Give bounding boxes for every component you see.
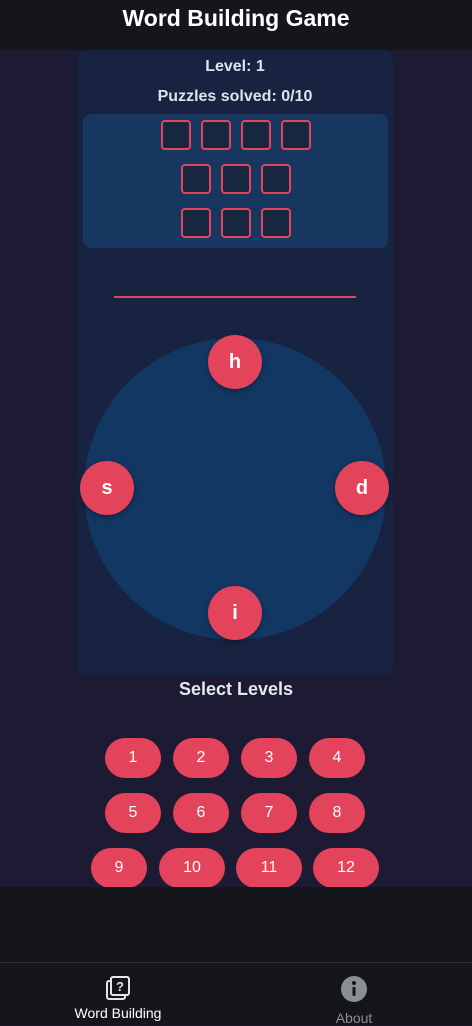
letter-cell [200, 120, 231, 150]
letter-button-s[interactable]: s [80, 461, 134, 515]
letter-button-i[interactable]: i [208, 586, 262, 640]
level-button-9[interactable]: 9 [91, 848, 147, 888]
tab-label-word-building: Word Building [74, 1005, 162, 1021]
letter-button-d[interactable]: d [335, 461, 389, 515]
level-button-11[interactable]: 11 [236, 848, 302, 888]
info-icon [340, 975, 368, 1008]
game-card: Level: 1 Puzzles solved: 0/10 h d i s [77, 50, 393, 675]
letter-cell [160, 120, 191, 150]
bottom-tab-bar: ? Word Building About [0, 962, 472, 1026]
letter-cell [260, 164, 291, 194]
level-button-8[interactable]: 8 [309, 793, 365, 833]
letter-cell [280, 120, 311, 150]
tab-about[interactable]: About [236, 963, 472, 1026]
content-footer-area [0, 887, 472, 962]
level-button-7[interactable]: 7 [241, 793, 297, 833]
level-button-3[interactable]: 3 [241, 738, 297, 778]
level-button-12[interactable]: 12 [313, 848, 379, 888]
word-board [83, 114, 388, 248]
level-button-2[interactable]: 2 [173, 738, 229, 778]
letter-cell [240, 120, 271, 150]
select-levels-title: Select Levels [178, 679, 294, 699]
letter-cell [180, 208, 211, 238]
puzzles-solved-counter: Puzzles solved: 0/10 [157, 88, 313, 105]
word-row-1 [83, 120, 388, 150]
letter-cell [220, 208, 251, 238]
level-button-10[interactable]: 10 [159, 848, 225, 888]
word-row-3 [83, 208, 388, 238]
level-button-5[interactable]: 5 [105, 793, 161, 833]
letter-button-h[interactable]: h [208, 335, 262, 389]
level-indicator: Level: 1 [205, 58, 265, 75]
letter-cell [220, 164, 251, 194]
word-row-2 [83, 164, 388, 194]
app-title: Word Building Game [122, 4, 350, 31]
app-header: Word Building Game [0, 0, 472, 50]
tab-word-building[interactable]: ? Word Building [0, 963, 236, 1025]
level-button-6[interactable]: 6 [173, 793, 229, 833]
level-button-1[interactable]: 1 [105, 738, 161, 778]
letter-cell [260, 208, 291, 238]
word-input-line [114, 296, 356, 298]
letter-cell [180, 164, 211, 194]
puzzle-question-icon: ? [105, 975, 131, 1006]
level-button-4[interactable]: 4 [309, 738, 365, 778]
svg-text:?: ? [116, 979, 124, 994]
